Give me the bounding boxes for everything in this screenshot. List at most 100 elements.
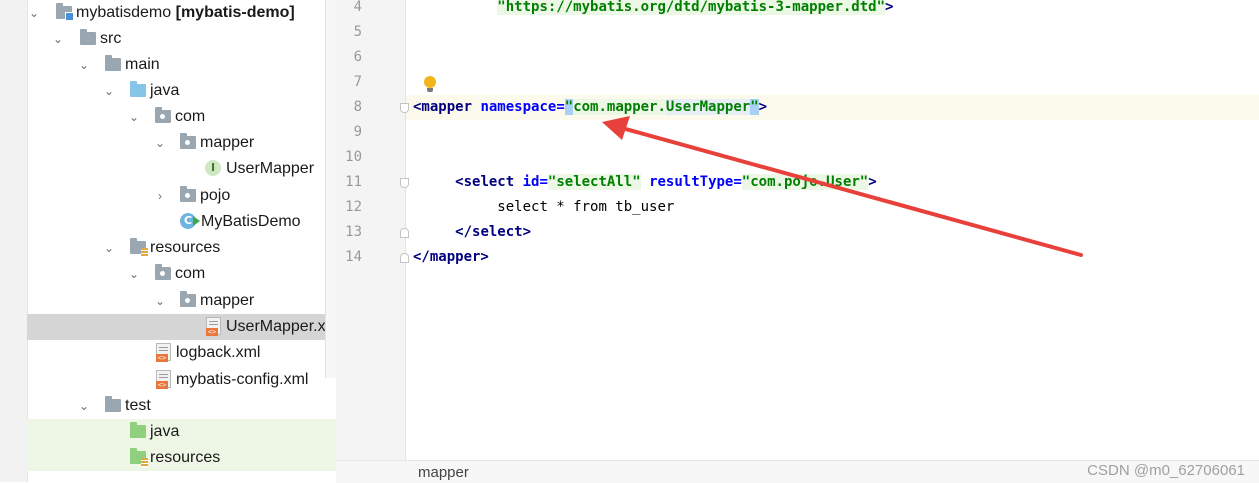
line-number: 5 <box>353 24 362 40</box>
module-name-label: [mybatis-demo] <box>175 4 295 21</box>
line-number: 13 <box>345 224 362 240</box>
code-editor[interactable]: 4 5 6 7 8 9 10 11 12 13 14 "https://myba… <box>336 0 1259 460</box>
fold-marker-icon[interactable] <box>400 178 409 188</box>
xml-file-icon <box>154 367 172 393</box>
chevron-down-icon[interactable]: ⌄ <box>77 393 91 419</box>
namespace-quote-close: " <box>750 99 759 115</box>
watermark-text: CSDN @m0_62706061 <box>1087 462 1245 479</box>
tree-item-label: test <box>125 397 151 414</box>
code-line-11: <select id="selectAll" resultType="com.p… <box>455 174 877 190</box>
tree-item-test-resources[interactable]: resources <box>27 445 336 471</box>
lightbulb-icon[interactable] <box>424 76 436 92</box>
sql-statement: select * from tb_user <box>497 199 675 215</box>
tree-item-logback-xml[interactable]: logback.xml <box>27 340 325 366</box>
code-line-14: </mapper> <box>413 249 489 265</box>
line-number: 9 <box>353 124 362 140</box>
folder-icon <box>104 393 122 419</box>
chevron-down-icon[interactable]: ⌄ <box>77 52 91 78</box>
tree-item-package-mapper[interactable]: ⌄ mapper <box>27 130 325 156</box>
line-number: 7 <box>353 74 362 90</box>
fold-marker-icon[interactable] <box>400 253 409 263</box>
chevron-down-icon[interactable]: ⌄ <box>127 104 141 130</box>
line-number: 8 <box>353 99 362 115</box>
package-icon <box>179 288 197 314</box>
tree-item-mybatisdemo-class[interactable]: C MyBatisDemo <box>27 209 325 235</box>
tree-item-label: resources <box>150 449 221 466</box>
chevron-down-icon[interactable]: ⌄ <box>102 235 116 261</box>
tree-item-label: logback.xml <box>176 344 261 361</box>
tree-item-usermapper-interface[interactable]: I UserMapper <box>27 156 325 182</box>
tree-item-label: java <box>150 423 180 440</box>
tree-item-label: mybatisdemo <box>76 4 172 21</box>
chevron-down-icon[interactable]: ⌄ <box>51 26 65 52</box>
tree-item-test-java[interactable]: java <box>27 419 336 445</box>
line-number: 10 <box>345 149 362 165</box>
tree-item-resources[interactable]: ⌄ resources <box>27 235 325 261</box>
tree-item-res-com[interactable]: ⌄ com <box>27 261 325 287</box>
tree-item-test[interactable]: ⌄ test <box>27 393 325 419</box>
line-number: 4 <box>353 0 362 15</box>
tree-item-package-com[interactable]: ⌄ com <box>27 104 325 130</box>
interface-icon: I <box>204 156 222 182</box>
tree-item-label: src <box>100 30 122 47</box>
chevron-down-icon[interactable]: ⌄ <box>153 288 167 314</box>
chevron-down-icon[interactable]: ⌄ <box>102 78 116 104</box>
tree-item-package-pojo[interactable]: › pojo <box>27 183 325 209</box>
code-line-13: </select> <box>455 224 532 240</box>
tree-item-label: pojo <box>200 187 231 204</box>
test-source-folder-icon <box>129 419 147 445</box>
class-icon: C <box>179 209 200 235</box>
package-icon <box>154 261 172 287</box>
chevron-down-icon[interactable]: ⌄ <box>127 261 141 287</box>
resources-folder-icon <box>129 235 148 261</box>
tree-item-mybatis-config-xml[interactable]: mybatis-config.xml <box>27 367 325 393</box>
code-line-12: select * from tb_user <box>413 195 674 220</box>
line-number: 6 <box>353 49 362 65</box>
tree-item-main[interactable]: ⌄ main <box>27 52 325 78</box>
tree-scrollbar[interactable] <box>325 0 336 378</box>
tree-item-label: resources <box>150 239 221 256</box>
line-number: 11 <box>345 174 362 190</box>
project-tree-panel: ⌄ mybatisdemo [mybatis-demo] ⌄ src ⌄ mai… <box>0 0 336 482</box>
tree-item-label: mapper <box>200 134 255 151</box>
chevron-down-icon[interactable]: ⌄ <box>27 0 41 26</box>
fold-marker-icon[interactable] <box>400 228 409 238</box>
tree-item-label: com <box>175 108 206 125</box>
tree-item-label: UserMapper <box>226 160 315 177</box>
tree-item-label: mybatis-config.xml <box>176 371 309 388</box>
namespace-attribute: namespace <box>480 99 557 115</box>
namespace-quote-open: " <box>564 99 574 115</box>
tree-item-label: MyBatisDemo <box>201 213 301 230</box>
breadcrumb-item[interactable]: mapper <box>418 464 469 481</box>
code-line-4: "https://mybatis.org/dtd/mybatis-3-mappe… <box>497 0 894 15</box>
line-number-gutter: 4 5 6 7 8 9 10 11 12 13 14 <box>336 0 406 460</box>
tree-item-label: com <box>175 265 206 282</box>
package-icon <box>179 183 197 209</box>
tool-window-stripe <box>0 0 28 482</box>
doctype-uri: "https://mybatis.org/dtd/mybatis-3-mappe… <box>497 0 886 15</box>
chevron-right-icon[interactable]: › <box>153 183 167 209</box>
fold-marker-icon[interactable] <box>400 103 409 113</box>
tree-item-label: main <box>125 56 160 73</box>
folder-icon <box>79 26 97 52</box>
tree-item-label: UserMapper.xml <box>226 318 336 335</box>
module-folder-icon <box>55 0 74 26</box>
tree-item-src[interactable]: ⌄ src <box>27 26 325 52</box>
package-icon <box>154 104 172 130</box>
tree-item-res-mapper[interactable]: ⌄ mapper <box>27 288 325 314</box>
line-number: 12 <box>345 199 362 215</box>
tree-item-java[interactable]: ⌄ java <box>27 78 325 104</box>
package-icon <box>179 130 197 156</box>
tree-item-usermapper-xml[interactable]: UserMapper.xml <box>27 314 336 340</box>
test-resources-folder-icon <box>129 445 148 471</box>
namespace-value: com.mapper. <box>573 99 666 115</box>
line-number: 14 <box>345 249 362 265</box>
tree-item-label: mapper <box>200 292 255 309</box>
namespace-class-ref[interactable]: UserMapper <box>665 99 751 115</box>
source-folder-icon <box>129 78 147 104</box>
breadcrumb: mapper CSDN @m0_62706061 <box>336 460 1259 483</box>
tree-item-label: java <box>150 82 180 99</box>
tree-item-module[interactable]: ⌄ mybatisdemo [mybatis-demo] <box>27 0 325 26</box>
chevron-down-icon[interactable]: ⌄ <box>153 130 167 156</box>
xml-file-icon <box>204 314 222 340</box>
